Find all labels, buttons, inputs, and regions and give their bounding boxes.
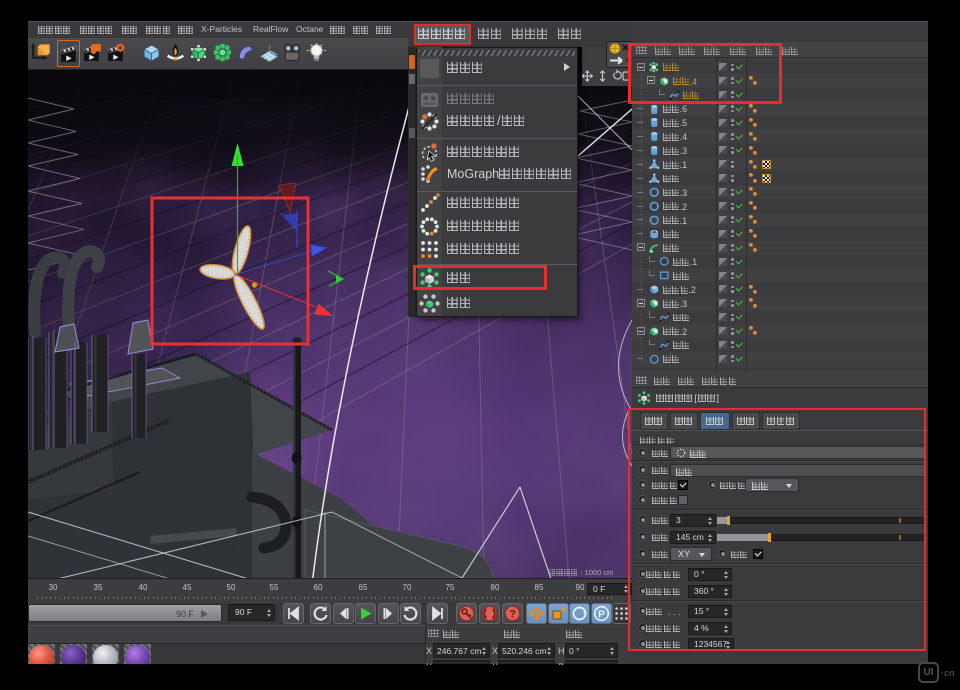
svg-text:?: ? — [509, 609, 516, 621]
svg-text:P: P — [598, 609, 605, 621]
